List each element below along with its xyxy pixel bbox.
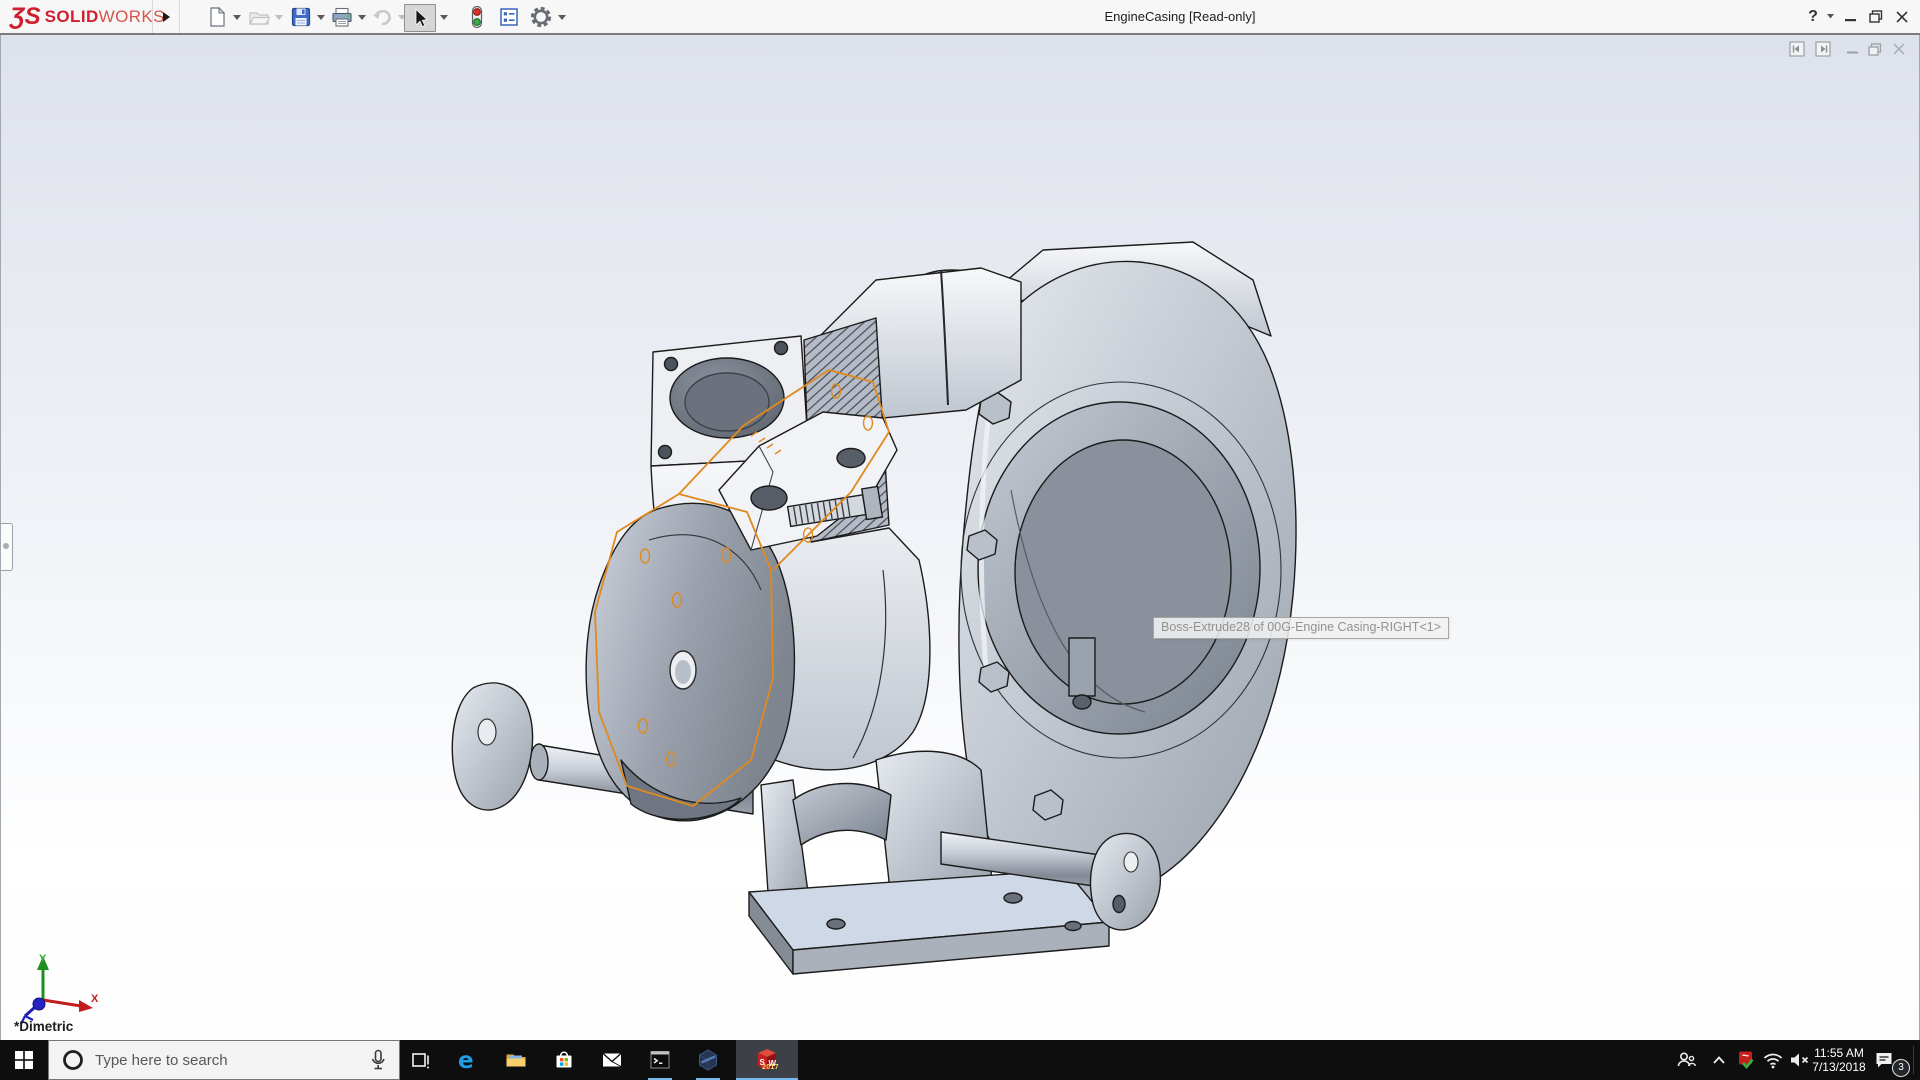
new-document-icon bbox=[206, 6, 228, 28]
taskbar-app-mail[interactable] bbox=[592, 1040, 632, 1080]
undo-button[interactable] bbox=[369, 4, 395, 30]
minimize-button[interactable] bbox=[1840, 0, 1862, 33]
svg-text:e: e bbox=[458, 1048, 474, 1073]
minimize-icon bbox=[1845, 11, 1857, 23]
graphics-viewport[interactable]: Boss-Extrude28 of 00G-Engine Casing-RIGH… bbox=[0, 35, 1920, 1040]
feature-tooltip: Boss-Extrude28 of 00G-Engine Casing-RIGH… bbox=[1153, 617, 1449, 639]
taskbar-app-solidworks[interactable]: S W bbox=[736, 1040, 798, 1080]
search-input[interactable] bbox=[93, 1051, 367, 1070]
restore-button[interactable] bbox=[1864, 0, 1888, 33]
clock-time: 11:55 AM bbox=[1806, 1046, 1872, 1060]
flyout-arrow-icon bbox=[162, 11, 171, 23]
pane-previous-button[interactable] bbox=[1787, 40, 1807, 58]
title-bar: ƷS SOLID WORKS bbox=[0, 0, 1920, 33]
doc-close-icon bbox=[1893, 43, 1905, 55]
wifi-icon bbox=[1761, 1048, 1785, 1072]
close-button[interactable] bbox=[1890, 0, 1914, 33]
microsoft-edge-icon: e bbox=[455, 1047, 481, 1073]
new-document-button[interactable] bbox=[204, 4, 230, 30]
splitter-handle-icon bbox=[3, 543, 9, 549]
taskbar-app-file-explorer[interactable] bbox=[496, 1040, 536, 1080]
file-properties-icon bbox=[498, 6, 520, 28]
doc-restore-icon bbox=[1868, 43, 1882, 56]
windows-logo-icon bbox=[15, 1051, 33, 1069]
solidworks-monitor-tray-button[interactable] bbox=[1734, 1040, 1760, 1080]
orientation-triad: Y X bbox=[13, 950, 99, 1030]
feature-manager-collapsed-tab[interactable] bbox=[1, 523, 13, 571]
close-icon bbox=[1896, 11, 1908, 23]
notification-badge: 3 bbox=[1892, 1059, 1910, 1077]
wifi-button[interactable] bbox=[1760, 1040, 1786, 1080]
show-desktop-divider[interactable] bbox=[1913, 1046, 1914, 1074]
taskbar-app-command-prompt[interactable] bbox=[640, 1040, 680, 1080]
taskbar-app-edge[interactable]: e bbox=[448, 1040, 488, 1080]
open-dropdown[interactable] bbox=[273, 12, 285, 22]
select-dropdown[interactable] bbox=[438, 12, 450, 22]
restore-icon bbox=[1869, 10, 1883, 23]
undo-icon bbox=[370, 6, 394, 28]
triad-x-label: X bbox=[91, 993, 99, 1005]
windows-taskbar: e bbox=[0, 1040, 1920, 1080]
doc-close-button[interactable] bbox=[1889, 40, 1909, 58]
window-title: EngineCasing [Read-only] bbox=[1040, 0, 1320, 33]
toolbar-flyout-button[interactable] bbox=[152, 0, 180, 33]
taskbar-clock[interactable]: 11:55 AM 7/13/2018 bbox=[1806, 1040, 1872, 1080]
task-view-icon bbox=[409, 1049, 431, 1071]
taskbar-app-cad-utility[interactable] bbox=[688, 1040, 728, 1080]
select-button[interactable] bbox=[404, 4, 436, 32]
help-button[interactable]: ? bbox=[1802, 0, 1824, 33]
options-dropdown[interactable] bbox=[556, 12, 568, 22]
new-document-dropdown[interactable] bbox=[231, 12, 243, 22]
brand-word-solid: SOLID bbox=[45, 7, 99, 27]
solidworks-logo: ƷS SOLID WORKS bbox=[10, 2, 165, 31]
microsoft-store-icon bbox=[552, 1048, 576, 1072]
mail-icon bbox=[600, 1048, 624, 1072]
rebuild-traffic-light-icon bbox=[466, 5, 488, 29]
microphone-icon[interactable] bbox=[367, 1048, 389, 1072]
pane-previous-icon bbox=[1789, 41, 1805, 57]
doc-restore-button[interactable] bbox=[1865, 40, 1885, 58]
file-explorer-icon bbox=[504, 1048, 528, 1072]
rebuild-button[interactable] bbox=[464, 4, 490, 30]
cortana-icon bbox=[61, 1048, 85, 1072]
task-view-button[interactable] bbox=[400, 1040, 440, 1080]
save-dropdown[interactable] bbox=[315, 12, 327, 22]
help-dropdown[interactable] bbox=[1824, 0, 1836, 33]
dassault-ds-icon: ƷS bbox=[10, 2, 41, 31]
solidworks-year-badge: 2017 bbox=[762, 1064, 779, 1071]
taskbar-app-store[interactable] bbox=[544, 1040, 584, 1080]
triad-y-label: Y bbox=[39, 953, 47, 965]
doc-minimize-button[interactable] bbox=[1843, 40, 1863, 58]
taskbar-search[interactable] bbox=[48, 1040, 400, 1080]
pane-next-icon bbox=[1815, 41, 1831, 57]
polyhedron-app-icon bbox=[696, 1048, 720, 1072]
select-cursor-icon bbox=[409, 7, 431, 29]
clock-date: 7/13/2018 bbox=[1806, 1060, 1872, 1074]
solidworks-monitor-icon bbox=[1736, 1049, 1758, 1071]
save-button[interactable] bbox=[288, 4, 314, 30]
file-properties-button[interactable] bbox=[496, 4, 522, 30]
chevron-up-icon bbox=[1709, 1050, 1729, 1070]
view-orientation-label: *Dimetric bbox=[14, 1019, 73, 1034]
open-button[interactable] bbox=[246, 4, 272, 30]
doc-minimize-icon bbox=[1847, 43, 1859, 55]
gear-icon bbox=[529, 5, 553, 29]
save-floppy-icon bbox=[290, 6, 312, 28]
open-folder-icon bbox=[247, 6, 271, 28]
help-label: ? bbox=[1808, 8, 1818, 26]
print-dropdown[interactable] bbox=[356, 12, 368, 22]
hidden-icons-button[interactable] bbox=[1706, 1040, 1732, 1080]
print-icon bbox=[330, 6, 354, 28]
people-icon bbox=[1674, 1048, 1698, 1072]
start-button[interactable] bbox=[0, 1040, 48, 1080]
print-button[interactable] bbox=[329, 4, 355, 30]
pane-next-button[interactable] bbox=[1813, 40, 1833, 58]
command-prompt-icon bbox=[648, 1048, 672, 1072]
people-button[interactable] bbox=[1672, 1040, 1700, 1080]
options-button[interactable] bbox=[528, 4, 554, 30]
help-caret-icon bbox=[1827, 14, 1834, 19]
